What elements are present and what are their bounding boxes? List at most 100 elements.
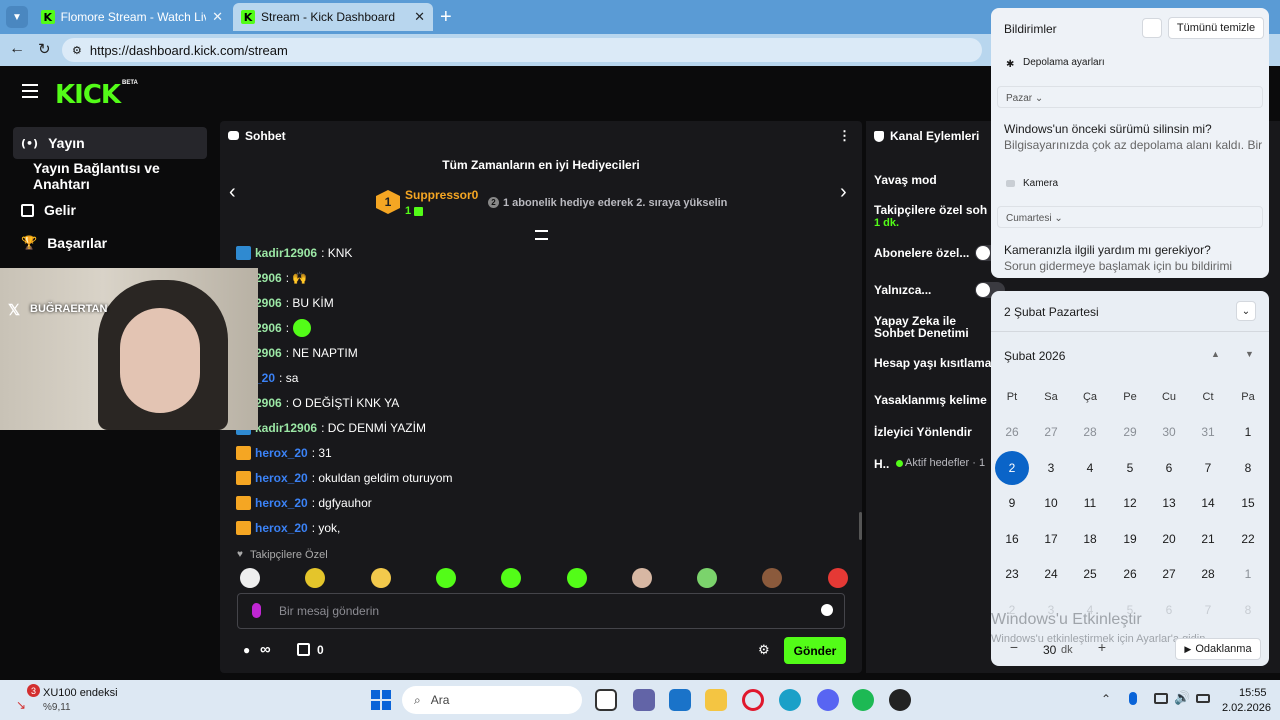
- calendar-day[interactable]: 10: [1034, 486, 1068, 520]
- focus-notifications-icon[interactable]: [1142, 18, 1162, 38]
- chat-username[interactable]: 2906: [255, 321, 282, 335]
- calendar-day[interactable]: 16: [995, 522, 1029, 556]
- chat-username[interactable]: 2906: [255, 396, 282, 410]
- points-icon[interactable]: ●: [243, 643, 250, 657]
- collapse-gifters-icon[interactable]: [535, 230, 548, 240]
- calendar-day[interactable]: 30: [1152, 415, 1186, 449]
- chat-username[interactable]: 2906: [255, 346, 282, 360]
- mic-icon[interactable]: [252, 603, 261, 618]
- file-explorer-icon[interactable]: [705, 689, 727, 711]
- calendar-day[interactable]: 21: [1191, 522, 1225, 556]
- chat-input[interactable]: Bir mesaj gönderin: [237, 593, 845, 629]
- calendar-day[interactable]: 31: [1191, 415, 1225, 449]
- action-goals[interactable]: H..: [874, 457, 889, 471]
- calendar-day[interactable]: 14: [1191, 486, 1225, 520]
- sidebar-item-stream-key[interactable]: Yayın Bağlantısı ve Anahtarı: [13, 160, 207, 192]
- clear-all-button[interactable]: Tümünü temizle: [1168, 17, 1264, 39]
- store-app-icon[interactable]: [669, 689, 691, 711]
- chat-username[interactable]: 2906: [255, 296, 282, 310]
- send-button[interactable]: Gönder: [784, 637, 846, 664]
- calendar-day[interactable]: 7: [1191, 593, 1225, 627]
- clock-date[interactable]: 2.02.2026: [1222, 702, 1271, 714]
- calendar-day[interactable]: 27: [1034, 415, 1068, 449]
- volume-icon[interactable]: 🔊: [1174, 690, 1190, 706]
- calendar-day[interactable]: 13: [1152, 486, 1186, 520]
- store-icon[interactable]: [297, 643, 310, 656]
- network-icon[interactable]: [1154, 693, 1168, 704]
- calendar-day[interactable]: 8: [1231, 593, 1265, 627]
- taskbar-search[interactable]: ⌕ Ara: [402, 686, 582, 714]
- action-account-age[interactable]: Hesap yaşı kısıtlama: [874, 356, 991, 370]
- prev-month-icon[interactable]: ▲: [1211, 349, 1220, 359]
- sidebar-item-yayin[interactable]: (•) Yayın: [13, 127, 207, 159]
- calendar-day[interactable]: 28: [1191, 557, 1225, 591]
- chat-message[interactable]: kadir12906: KNK: [236, 242, 352, 264]
- chat-more-icon[interactable]: ⋮: [838, 128, 851, 144]
- focus-increase-button[interactable]: +: [1091, 639, 1113, 659]
- emoji-icon[interactable]: [821, 604, 833, 616]
- calendar-day[interactable]: 6: [1152, 593, 1186, 627]
- calendar-day[interactable]: 27: [1152, 557, 1186, 591]
- browser-tab-flomore[interactable]: K Flomore Stream - Watch Live on Ki ✕: [33, 3, 231, 31]
- rage-emote-icon[interactable]: [827, 568, 848, 588]
- calendar-day[interactable]: 1: [1231, 415, 1265, 449]
- chat-scrollbar[interactable]: [859, 512, 862, 540]
- browser-tab-dashboard[interactable]: K Stream - Kick Dashboard ✕: [233, 3, 433, 31]
- chat-username[interactable]: herox_20: [255, 446, 308, 460]
- storage-settings-label[interactable]: Depolama ayarları: [1023, 57, 1105, 68]
- calendar-day[interactable]: 12: [1113, 486, 1147, 520]
- chat-username[interactable]: kadir12906: [255, 246, 317, 260]
- calendar-day[interactable]: 19: [1113, 522, 1147, 556]
- calendar-day[interactable]: 28: [1073, 415, 1107, 449]
- obs-icon[interactable]: [889, 689, 911, 711]
- action-ai-moderation[interactable]: Yapay Zeka ile Sohbet Denetimi: [874, 315, 984, 339]
- calendar-day[interactable]: 7: [1191, 451, 1225, 485]
- calendar-day[interactable]: 23: [995, 557, 1029, 591]
- chat-message[interactable]: kadir12906: DC DENMİ YAZİM: [236, 417, 426, 439]
- sidebar-item-basarilar[interactable]: 🏆 Başarılar: [13, 227, 207, 259]
- gifters-next-icon[interactable]: ›: [840, 181, 847, 204]
- calendar-day[interactable]: 26: [1113, 557, 1147, 591]
- calendar-day[interactable]: 9: [995, 486, 1029, 520]
- opera-icon[interactable]: [742, 689, 764, 711]
- action-emotes-only[interactable]: Yalnızca...: [874, 283, 931, 297]
- chat-settings-icon[interactable]: ⚙: [758, 642, 770, 658]
- mic-tray-icon[interactable]: [1129, 692, 1137, 705]
- clock-time[interactable]: 15:55: [1239, 687, 1267, 699]
- task-view-icon[interactable]: [595, 689, 617, 711]
- chat-username[interactable]: _20: [255, 371, 275, 385]
- focus-decrease-button[interactable]: −: [1003, 639, 1025, 659]
- discord-icon[interactable]: [817, 689, 839, 711]
- action-banned-words[interactable]: Yasaklanmış kelime: [874, 393, 987, 407]
- hand-emote-icon[interactable]: [631, 568, 652, 588]
- calendar-day[interactable]: 29: [1113, 415, 1147, 449]
- menu-icon[interactable]: [22, 84, 38, 98]
- chat-message[interactable]: herox_20: yok,: [236, 517, 340, 539]
- chat-username[interactable]: herox_20: [255, 496, 308, 510]
- calendar-month-label[interactable]: Şubat 2026: [1004, 349, 1065, 363]
- battery-icon[interactable]: [1196, 694, 1210, 703]
- chat-username[interactable]: herox_20: [255, 521, 308, 535]
- next-month-icon[interactable]: ▼: [1245, 349, 1254, 359]
- blob-emote-icon[interactable]: [566, 568, 587, 588]
- action-subscribers-only[interactable]: Abonelere özel...: [874, 246, 969, 260]
- chat-message[interactable]: herox_20: okuldan geldim oturuyom: [236, 467, 452, 489]
- chat-username[interactable]: 2906: [255, 271, 282, 285]
- chevron-down-icon[interactable]: ⌄: [1054, 213, 1062, 224]
- close-tab-icon[interactable]: ✕: [212, 9, 223, 25]
- calendar-day[interactable]: 22: [1231, 522, 1265, 556]
- chat-username[interactable]: kadir12906: [255, 421, 317, 435]
- teams-icon[interactable]: [633, 689, 655, 711]
- ghost-emote-icon[interactable]: [240, 568, 260, 588]
- site-info-icon[interactable]: ⚙: [72, 44, 82, 57]
- kick-logo[interactable]: KICK: [55, 80, 121, 110]
- gifters-prev-icon[interactable]: ‹: [229, 181, 236, 204]
- refresh-icon[interactable]: ↻: [38, 40, 51, 58]
- calendar-day[interactable]: 26: [995, 415, 1029, 449]
- chat-message[interactable]: 2906: O DEĞİŞTİ KNK YA: [236, 392, 399, 414]
- grin-emote-icon[interactable]: [370, 568, 391, 588]
- tab-list-button[interactable]: ▼: [6, 6, 28, 28]
- calendar-day[interactable]: 11: [1073, 486, 1107, 520]
- chat-message[interactable]: herox_20: dgfyauhor: [236, 492, 372, 514]
- chat-username[interactable]: herox_20: [255, 471, 308, 485]
